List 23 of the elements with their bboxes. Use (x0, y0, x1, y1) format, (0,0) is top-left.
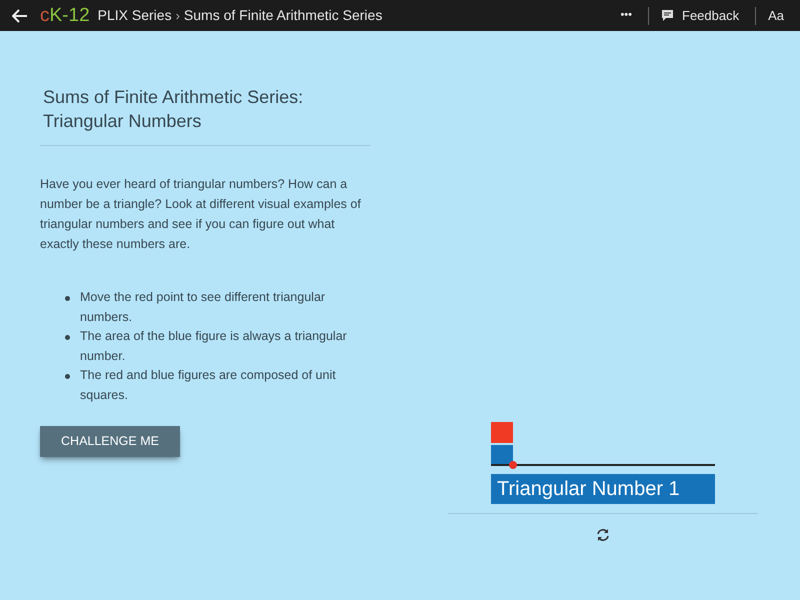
breadcrumb-link[interactable]: PLIX Series (98, 5, 172, 26)
figure-square (491, 445, 513, 466)
unit-square (491, 422, 513, 443)
page-title: Sums of Finite Arithmetic Series: Triangular Numbers (42, 86, 304, 133)
comment-icon (661, 9, 674, 22)
instruction-item: Move the red point to see different triangular numbers. (80, 289, 326, 326)
breadcrumb-separator: › (176, 6, 180, 25)
refresh-icon[interactable] (596, 528, 610, 542)
instruction-item: The area of the blue figure is always a triangular number. (80, 328, 348, 364)
point-handle[interactable] (509, 461, 517, 469)
logo[interactable]: cK-12 (40, 6, 90, 25)
triangular-number-label: Triangular Number 1 (491, 474, 715, 504)
instruction-item: The red and blue figures are composed of unit squares. (80, 367, 337, 404)
back-arrow-icon[interactable] (12, 8, 28, 22)
bullet-icon (65, 374, 70, 379)
bullet-icon (65, 335, 70, 340)
font-size-button[interactable]: Aa (768, 6, 788, 26)
feedback-button[interactable]: Feedback (657, 6, 744, 26)
challenge-button[interactable]: CHALLENGE ME (40, 426, 180, 457)
breadcrumb-current: Sums of Finite Arithmetic Series (184, 6, 382, 25)
bullet-icon (65, 296, 70, 301)
more-button[interactable]: ••• (612, 7, 640, 24)
intro-paragraph: Have you ever heard of triangular numbers? How can a number be a triangle? Look at different visual examples of triangular numbers and see if you can figure out what exactly these numbers are. (40, 176, 362, 253)
